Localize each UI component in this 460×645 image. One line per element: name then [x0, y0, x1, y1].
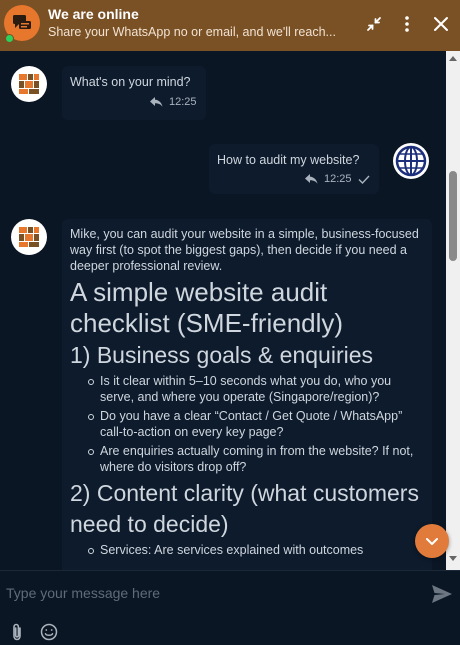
bot-avatar: [11, 66, 47, 102]
message-meta: 12:25: [305, 173, 370, 185]
section-title: 1) Business goals & enquiries: [70, 342, 373, 368]
section-title: 2) Content clarity (what customers need …: [70, 480, 419, 537]
chat-widget: We are online Share your WhatsApp no or …: [0, 0, 460, 645]
bot-logo-icon: [19, 227, 39, 247]
bot-logo-icon: [19, 74, 39, 94]
message-time: 12:25: [324, 173, 352, 185]
sent-check-icon: [358, 175, 370, 184]
reply-icon[interactable]: [305, 174, 318, 184]
scrollbar-thumb[interactable]: [449, 171, 457, 261]
section-list: Is it clear within 5–10 seconds what you…: [70, 373, 426, 475]
list-item: Are enquiries actually coming in from th…: [88, 443, 426, 475]
message-input[interactable]: [6, 581, 416, 605]
bot-avatar: [11, 219, 47, 255]
message-meta: 12:25: [150, 96, 197, 108]
close-button[interactable]: [429, 12, 453, 36]
scroll-down-arrow-icon[interactable]: [449, 556, 457, 561]
chat-header: We are online Share your WhatsApp no or …: [0, 0, 460, 51]
bot-message: What's on your mind? 12:25: [62, 66, 206, 120]
collapse-button[interactable]: [362, 12, 386, 36]
more-options-button[interactable]: [395, 12, 419, 36]
collapse-icon: [367, 17, 381, 31]
user-globe-icon: [394, 144, 428, 178]
paperclip-icon: [13, 623, 21, 641]
message-time: 12:25: [169, 96, 197, 108]
close-icon: [434, 17, 448, 31]
message-list[interactable]: What's on your mind? 12:25 How to audit …: [0, 51, 446, 570]
message-intro: Mike, you can audit your website in a si…: [70, 227, 419, 273]
send-button[interactable]: [431, 584, 453, 606]
list-item: Is it clear within 5–10 seconds what you…: [88, 373, 426, 405]
list-item: Do you have a clear “Contact / Get Quote…: [88, 408, 426, 440]
message-text: What's on your mind?: [70, 75, 191, 89]
user-avatar: [393, 143, 429, 179]
scroll-to-bottom-button[interactable]: [415, 524, 449, 558]
scrollbar[interactable]: [446, 51, 460, 570]
message-text: How to audit my website?: [217, 153, 360, 167]
chevron-down-icon: [426, 537, 438, 545]
attach-button[interactable]: [7, 622, 27, 642]
emoji-icon: [40, 623, 58, 641]
message-composer: [0, 570, 460, 645]
bot-message-content: Mike, you can audit your website in a si…: [70, 226, 426, 561]
list-item: Services: Are services explained with ou…: [88, 542, 426, 558]
user-message: How to audit my website? 12:25: [209, 144, 379, 194]
message-heading: A simple website audit checklist (SME-fr…: [70, 277, 344, 338]
online-status-dot: [5, 34, 14, 43]
more-vertical-icon: [405, 16, 409, 32]
emoji-button[interactable]: [39, 622, 59, 642]
scroll-up-arrow-icon[interactable]: [449, 56, 457, 61]
section-list: Services: Are services explained with ou…: [70, 542, 426, 558]
header-subtitle: Share your WhatsApp no or email, and we'…: [48, 25, 336, 39]
header-title: We are online: [48, 6, 139, 22]
send-icon: [432, 585, 452, 603]
reply-icon[interactable]: [150, 97, 163, 107]
